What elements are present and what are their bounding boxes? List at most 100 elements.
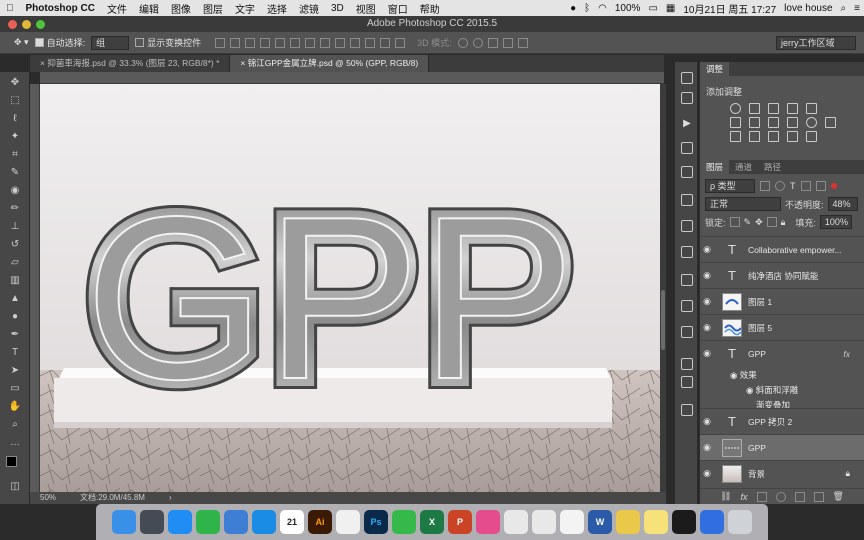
menu-select[interactable]: 选择 <box>261 1 293 16</box>
auto-select-checkbox[interactable]: 自动选择: <box>34 36 85 49</box>
spotlight-icon[interactable]: ⌕ <box>837 3 851 14</box>
zoom-window-icon[interactable] <box>36 20 45 29</box>
auto-select-dropdown[interactable]: 组 <box>91 35 130 50</box>
invert-icon[interactable] <box>730 131 741 142</box>
hue-saturation-icon[interactable] <box>730 117 741 128</box>
menu-3d[interactable]: 3D <box>325 3 350 14</box>
lock-icon[interactable]: 🔒︎ <box>845 468 850 479</box>
notification-center-icon[interactable]: ≡ <box>850 3 864 14</box>
distribute-top-icon[interactable] <box>305 37 316 48</box>
color-lookup-icon[interactable] <box>825 117 836 128</box>
brush-panel-icon[interactable] <box>681 142 693 154</box>
facetime-icon[interactable] <box>196 510 220 534</box>
notes-icon[interactable] <box>644 510 668 534</box>
visibility-eye-icon[interactable]: ◉ <box>700 468 714 479</box>
tab-adjustments[interactable]: 调整 <box>700 62 730 76</box>
3d-roll-icon[interactable] <box>472 37 483 48</box>
align-hcenter-icon[interactable] <box>275 37 286 48</box>
clock[interactable]: 10月21日 周五 17:27 <box>679 1 780 16</box>
layer-row[interactable]: ◉ T 纯净酒店 协同赋能 <box>700 262 864 288</box>
document-size[interactable]: 文档:29.0M/45.8M <box>80 492 145 504</box>
menu-file[interactable]: 文件 <box>101 1 133 16</box>
canvas-vertical-scrollbar[interactable] <box>660 84 666 492</box>
excel-icon[interactable]: X <box>420 510 444 534</box>
tab-close-icon[interactable]: × <box>240 58 247 68</box>
layer-row[interactable]: ◉ 图层 5 <box>700 314 864 340</box>
input-flag-icon[interactable]: ▦ <box>662 3 679 14</box>
lock-position-icon[interactable]: ✥ <box>755 217 763 228</box>
path-selection-tool-icon[interactable]: ➤ <box>8 364 22 378</box>
effect-row[interactable]: ◉ 斜面和浮雕 <box>700 381 864 396</box>
actions-play-icon[interactable]: ▶ <box>681 118 693 130</box>
info-panel-icon[interactable] <box>681 92 693 104</box>
scrollbar-thumb[interactable] <box>661 290 665 350</box>
word-icon[interactable]: W <box>588 510 612 534</box>
blend-mode-dropdown[interactable]: 正常 <box>705 197 781 211</box>
stamp-tool-icon[interactable]: ⊥ <box>8 220 22 234</box>
illustrator-icon[interactable]: Ai <box>308 510 332 534</box>
layer-row[interactable]: ◉ T GPP fx <box>700 340 864 366</box>
document-canvas[interactable]: GPP GPP GPP <box>40 84 660 492</box>
align-left-icon[interactable] <box>260 37 271 48</box>
layer-filter-dropdown[interactable]: ρ 类型 <box>705 179 755 193</box>
hand-tool-icon[interactable]: ✋ <box>8 400 22 414</box>
visibility-eye-icon[interactable]: ◉ <box>700 348 714 359</box>
workspace-dropdown[interactable]: jerry工作区域 <box>776 35 856 50</box>
black-white-icon[interactable] <box>768 117 779 128</box>
3d-rotate-icon[interactable] <box>457 37 468 48</box>
close-window-icon[interactable] <box>8 20 17 29</box>
pdf-icon[interactable] <box>532 510 556 534</box>
powerpoint-icon[interactable]: P <box>448 510 472 534</box>
crop-tool-icon[interactable]: ⌗ <box>8 148 22 162</box>
menu-view[interactable]: 视图 <box>350 1 382 16</box>
zoom-level[interactable]: 50% <box>40 492 56 504</box>
visibility-eye-icon[interactable]: ◉ <box>700 322 714 333</box>
color-balance-icon[interactable] <box>749 117 760 128</box>
menu-type[interactable]: 文字 <box>229 1 261 16</box>
filter-toggle-icon[interactable] <box>830 183 837 189</box>
align-top-icon[interactable] <box>215 37 226 48</box>
safari-icon[interactable] <box>252 510 276 534</box>
layer-row-selected[interactable]: ◉ GPP <box>700 434 864 460</box>
lock-artboard-icon[interactable] <box>766 217 777 227</box>
menu-layer[interactable]: 图层 <box>197 1 229 16</box>
distribute-bottom-icon[interactable] <box>335 37 346 48</box>
gradient-tool-icon[interactable]: ▥ <box>8 274 22 288</box>
blur-tool-icon[interactable]: ▲ <box>8 292 22 306</box>
fill-input[interactable]: 100% <box>819 215 852 229</box>
3d-scale-icon[interactable] <box>517 37 528 48</box>
auto-align-icon[interactable] <box>395 37 406 48</box>
filter-shape-icon[interactable] <box>800 181 811 191</box>
properties-panel-icon[interactable] <box>681 194 693 206</box>
layer-row[interactable]: ◉ 图层 1 <box>700 288 864 314</box>
filter-smart-icon[interactable] <box>815 181 826 191</box>
opacity-input[interactable]: 48% <box>827 197 858 211</box>
trash-icon[interactable] <box>728 510 752 534</box>
user-name[interactable]: love house <box>780 3 836 14</box>
dodge-tool-icon[interactable]: ● <box>8 310 22 324</box>
levels-icon[interactable] <box>749 103 760 114</box>
swatches-panel-icon[interactable] <box>681 274 693 286</box>
selective-color-icon[interactable] <box>806 131 817 142</box>
eraser-tool-icon[interactable]: ▱ <box>8 256 22 270</box>
brightness-icon[interactable] <box>730 103 741 114</box>
new-group-icon[interactable] <box>794 491 805 502</box>
itunes-icon[interactable] <box>476 510 500 534</box>
3d-panel-icon[interactable] <box>681 326 693 338</box>
pen-tool-icon[interactable]: ✒ <box>8 328 22 342</box>
tool-presets-icon[interactable] <box>681 220 693 232</box>
sticky-app-icon[interactable] <box>616 510 640 534</box>
marquee-tool-icon[interactable]: ⬚ <box>8 94 22 108</box>
battery-percent[interactable]: 100% <box>611 3 645 14</box>
filter-adjustment-icon[interactable] <box>775 181 785 191</box>
healing-tool-icon[interactable]: ◉ <box>8 184 22 198</box>
channel-mixer-icon[interactable] <box>806 117 817 128</box>
paragraph-panel-icon[interactable] <box>681 358 693 370</box>
lasso-tool-icon[interactable]: ℓ <box>8 112 22 126</box>
doc-tab-2[interactable]: × 锦江GPP金属立牌.psd @ 50% (GPP, RGB/8) <box>230 55 430 72</box>
minimize-window-icon[interactable] <box>22 20 31 29</box>
photoshop-icon[interactable]: Ps <box>364 510 388 534</box>
effects-row[interactable]: ◉ 效果 <box>700 366 864 381</box>
layer-row[interactable]: ◉ T GPP 拷贝 2 <box>700 408 864 434</box>
show-transform-checkbox[interactable]: 显示变换控件 <box>135 36 201 49</box>
